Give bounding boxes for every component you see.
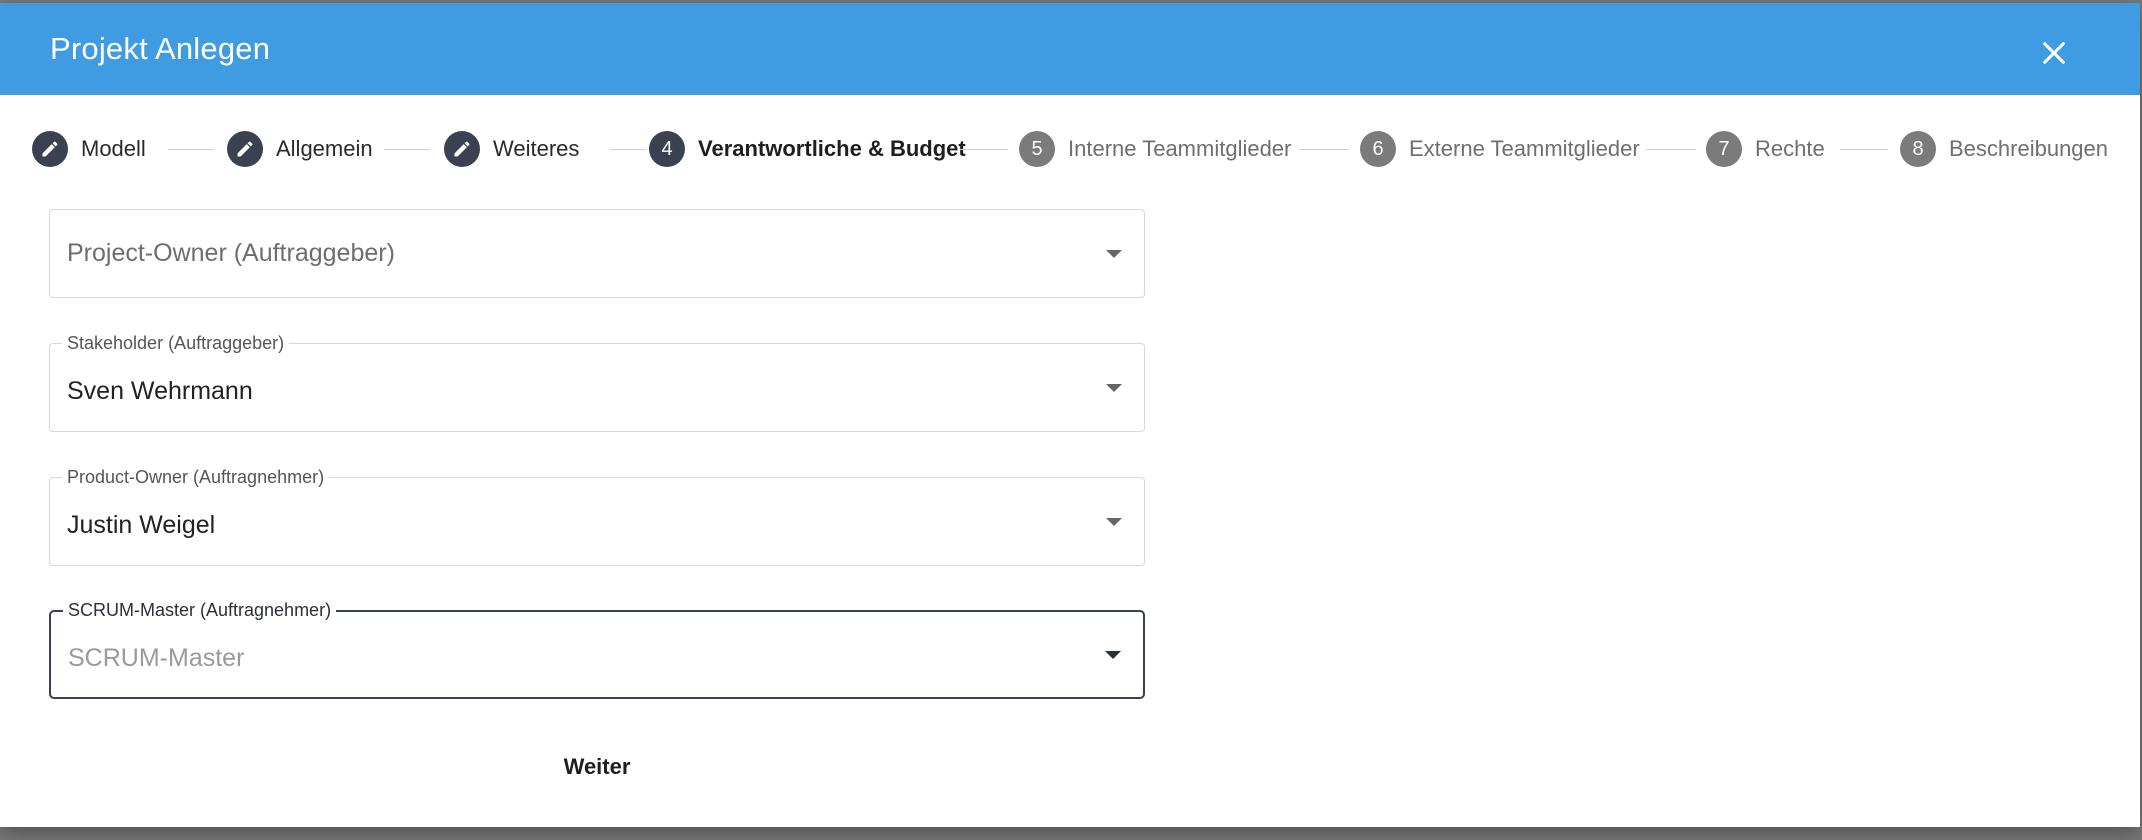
step-beschreibungen[interactable]: 8 Beschreibungen: [1900, 131, 2108, 167]
step-connector: [1300, 149, 1348, 150]
step-verantwortliche-budget[interactable]: 4 Verantwortliche & Budget: [649, 131, 966, 167]
project-owner-select[interactable]: Project-Owner (Auftraggeber): [49, 209, 1145, 298]
stakeholder-value: Sven Wehrmann: [67, 377, 253, 405]
step-5-circle: 5: [1019, 131, 1055, 167]
pencil-icon: [454, 141, 470, 157]
scrum-master-placeholder: SCRUM-Master: [68, 644, 245, 672]
step-connector: [960, 149, 1008, 150]
caret-down-icon: [1106, 383, 1122, 392]
step-externe-teammitglieder[interactable]: 6 Externe Teammitglieder: [1360, 131, 1640, 167]
step-4-circle: 4: [649, 131, 685, 167]
step-weiteres[interactable]: Weiteres: [444, 131, 579, 167]
create-project-dialog: Projekt Anlegen Modell Allgemein Weitere…: [0, 3, 2140, 827]
step-externe-teammitglieder-label: Externe Teammitglieder: [1409, 136, 1640, 161]
step-connector: [384, 149, 430, 150]
caret-down-icon: [1106, 249, 1122, 258]
step-interne-teammitglieder-label: Interne Teammitglieder: [1068, 136, 1292, 161]
step-modell-circle: [32, 131, 68, 167]
pencil-icon: [42, 141, 58, 157]
product-owner-value: Justin Weigel: [67, 511, 216, 539]
step-allgemein-circle: [227, 131, 263, 167]
step-verantwortliche-budget-label: Verantwortliche & Budget: [698, 136, 966, 161]
step-weiteres-circle: [444, 131, 480, 167]
step-rechte[interactable]: 7 Rechte: [1706, 131, 1825, 167]
step-modell[interactable]: Modell: [32, 131, 146, 167]
scrum-master-select[interactable]: SCRUM-Master (Auftragnehmer) SCRUM-Maste…: [49, 599, 1145, 699]
step-7-circle: 7: [1706, 131, 1742, 167]
step-connector: [610, 149, 646, 150]
step-allgemein-label: Allgemein: [276, 136, 373, 161]
step-rechte-label: Rechte: [1755, 136, 1825, 161]
dialog-title: Projekt Anlegen: [50, 31, 271, 66]
step-8-circle: 8: [1900, 131, 1936, 167]
close-button[interactable]: [2026, 25, 2082, 81]
stakeholder-select[interactable]: Stakeholder (Auftraggeber) Sven Wehrmann: [49, 332, 1145, 432]
step-interne-teammitglieder[interactable]: 5 Interne Teammitglieder: [1019, 131, 1291, 167]
caret-down-icon: [1105, 650, 1121, 659]
next-button[interactable]: Weiter: [540, 743, 654, 791]
project-owner-placeholder: Project-Owner (Auftraggeber): [67, 239, 395, 267]
caret-down-icon: [1106, 517, 1122, 526]
product-owner-select[interactable]: Product-Owner (Auftragnehmer) Justin Wei…: [49, 466, 1145, 566]
dialog-header: Projekt Anlegen: [0, 3, 2140, 95]
wizard-stepper: Modell Allgemein Weiteres 4 Verantwortli…: [0, 95, 2140, 207]
step-weiteres-label: Weiteres: [493, 136, 580, 161]
step-6-circle: 6: [1360, 131, 1396, 167]
pencil-icon: [237, 141, 253, 157]
step-allgemein[interactable]: Allgemein: [227, 131, 373, 167]
step-connector: [1646, 149, 1696, 150]
step-connector: [1840, 149, 1888, 150]
close-icon: [2043, 42, 2065, 64]
step-beschreibungen-label: Beschreibungen: [1949, 136, 2109, 161]
step-connector: [168, 149, 214, 150]
step-modell-label: Modell: [81, 136, 146, 161]
